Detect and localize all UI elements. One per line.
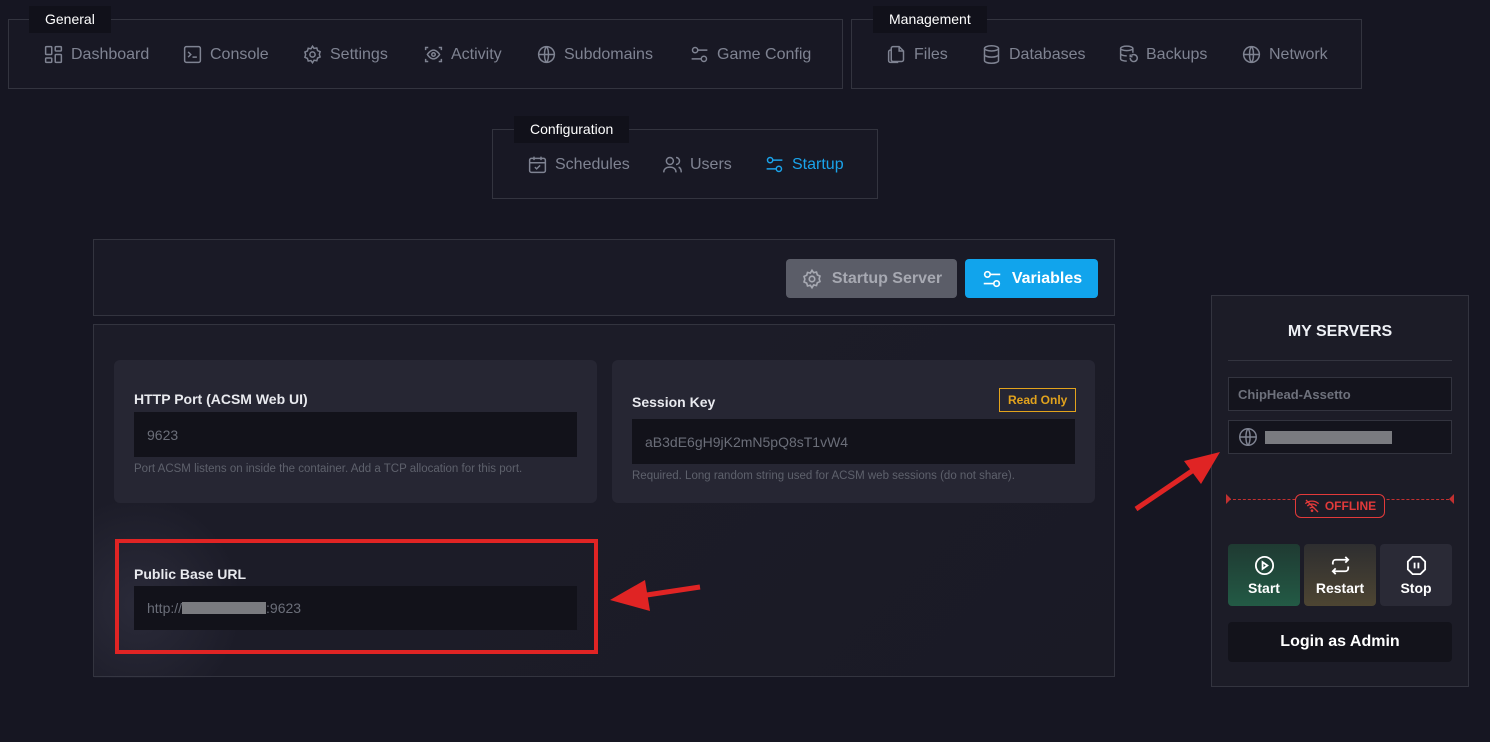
annotation-arrows [610, 452, 1220, 611]
annotation-arrow-server-address [1134, 452, 1220, 512]
annotation-arrow-public-url [610, 580, 701, 611]
